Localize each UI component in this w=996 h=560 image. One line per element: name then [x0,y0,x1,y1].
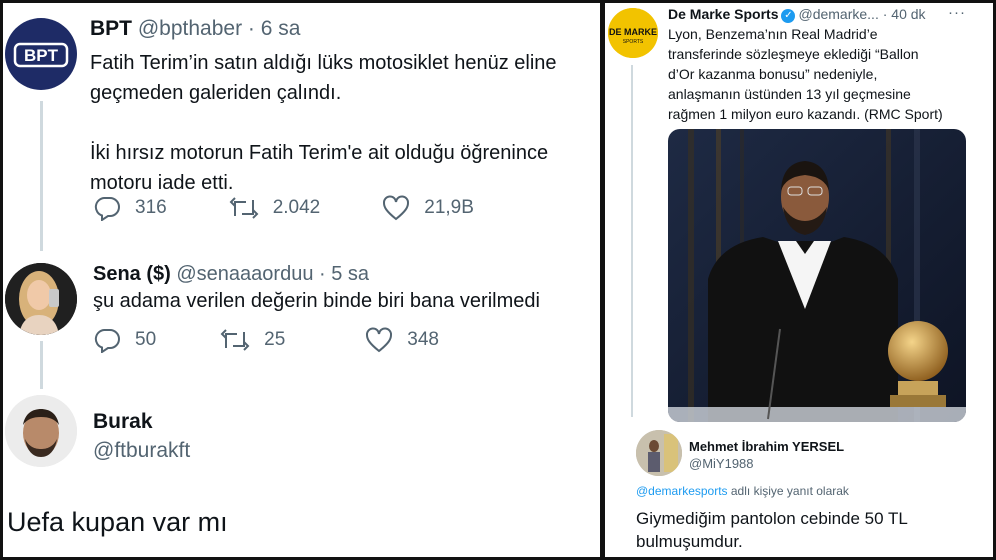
bpt-avatar[interactable]: BPT [5,18,77,90]
like-icon [366,327,393,353]
replying-to-label: adlı kişiye yanıt olarak [727,484,849,498]
tweet-actions: 50 25 348 [93,327,501,353]
more-icon[interactable]: ··· [948,4,966,21]
tweet-text-line: anlaşmanın üstünden 13 yıl geçmesine [668,86,911,102]
author-handle[interactable]: @bpthaber [138,17,242,40]
tweet-text: Fatih Terim’in satın aldığı lüks motosik… [90,48,557,198]
tweet-photo[interactable] [668,129,966,422]
author-handle[interactable]: @demarke... [798,6,878,22]
left-screenshot-panel: BPT BPT @bpthaber · 6 sa Fatih Terim’in … [3,3,600,557]
retweet-count: 2.042 [272,197,321,218]
author-name[interactable]: Burak [93,407,190,436]
tweet-header: Burak @ftburakft [93,407,190,465]
demarke-avatar[interactable]: DE MARKE SPORTS [608,8,658,58]
profile-photo-icon [5,395,77,467]
author-handle[interactable]: @ftburakft [93,436,190,465]
tweet-text-line: İki hırsız motorun Fatih Terim'e ait old… [90,142,549,164]
reply-text-line: Giymediğim pantolon cebinde 50 TL [636,509,908,528]
svg-text:DE MARKE: DE MARKE [609,27,657,37]
replying-to-handle[interactable]: @demarkesports [636,484,728,498]
tweet-time[interactable]: · 5 sa [319,263,369,285]
right-screenshot-panel: DE MARKE SPORTS De Marke Sports ✓ @demarke… [605,3,993,557]
tweet-text-line: transferinde sözleşmeye eklediği “Ballon [668,46,919,62]
tweet-text-line: rağmen 1 milyon euro kazandı. (RMC Sport… [668,106,943,122]
tweet-text: şu adama verilen değerin binde biri bana… [93,290,540,312]
tweet-text-line: Fatih Terim’in satın aldığı lüks motosik… [90,52,557,74]
svg-text:SPORTS: SPORTS [623,39,644,45]
profile-photo-icon [5,263,77,335]
like-count: 21,9B [424,197,474,218]
svg-text:BPT: BPT [24,46,59,65]
retweet-button[interactable]: 25 [220,328,285,352]
reply-button[interactable]: 50 [93,327,156,353]
author-name[interactable]: Mehmet İbrahim YERSEL [689,438,844,455]
tweet-text-line: Lyon, Benzema’nın Real Madrid’e [668,26,878,42]
like-button[interactable]: 21,9B [382,195,474,221]
tweet-header: De Marke Sports ✓ @demarke... · 40 dk [668,6,926,23]
bpt-logo-icon: BPT [13,42,69,68]
like-button[interactable]: 348 [365,327,439,353]
reply-icon [94,197,120,221]
profile-photo-icon [636,430,682,476]
thread-line [40,101,43,251]
tweet-text-line: geçmeden galeriden çalındı. [90,82,342,104]
thread-line [631,65,633,417]
tweet-actions: 316 2.042 21,9B [93,195,536,221]
sena-avatar[interactable] [5,263,77,335]
reply-author-avatar[interactable] [636,430,682,476]
retweet-icon [220,329,250,351]
ballon-dor-photo [668,129,966,422]
replying-to: @demarkesports adlı kişiye yanıt olarak [636,484,849,498]
author-handle[interactable]: @MiY1988 [689,455,844,472]
reply-count: 50 [135,329,157,350]
tweet-header: Sena ($) @senaaaorduu · 5 sa [93,263,369,286]
author-name[interactable]: De Marke Sports [668,6,778,22]
like-icon [383,195,410,221]
demarke-logo-icon: DE MARKE SPORTS [608,8,658,58]
retweet-icon [229,197,259,219]
tweet-text: Lyon, Benzema’nın Real Madrid’e transfer… [668,24,943,124]
retweet-count: 25 [264,329,286,350]
thread-line [40,341,43,389]
tweet-text-line: d’Or kazanma bonusu” nedeniyle, [668,66,878,82]
reply-text: Giymediğim pantolon cebinde 50 TL bulmuş… [636,507,908,553]
reply-header: Mehmet İbrahim YERSEL @MiY1988 [689,438,844,472]
tweet-header: BPT @bpthaber · 6 sa [90,17,300,41]
retweet-button[interactable]: 2.042 [229,196,321,220]
tweet-text: Uefa kupan var mı [7,507,228,537]
author-name[interactable]: Sena ($) [93,263,171,285]
tweet-time[interactable]: · 6 sa [248,17,301,40]
author-name[interactable]: BPT [90,17,132,40]
reply-button[interactable]: 316 [93,195,167,221]
verified-badge-icon: ✓ [781,9,796,23]
reply-count: 316 [135,197,167,218]
tweet-text-line: motoru iade etti. [90,172,234,194]
burak-avatar[interactable] [5,395,77,467]
like-count: 348 [407,329,439,350]
tweet-time[interactable]: · 40 dk [883,6,926,22]
reply-text-line: bulmuşumdur. [636,532,743,551]
reply-icon [94,329,120,353]
author-handle[interactable]: @senaaaorduu [176,263,313,285]
